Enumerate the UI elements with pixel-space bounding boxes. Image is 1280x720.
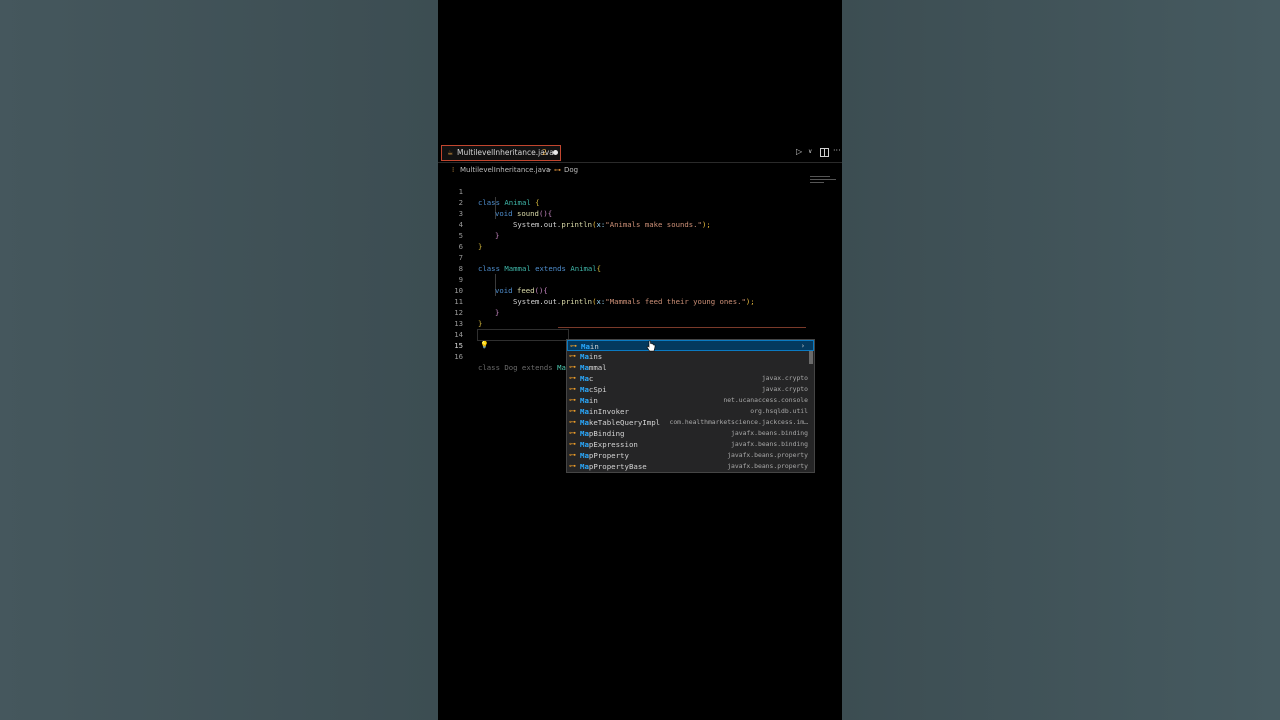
suggestion-label: MapExpression [580,440,638,449]
code-editor[interactable]: 1 class Animal { 2 void sound(){ 3 Syste… [438,175,842,372]
suggestion-detail: javafx.beans.property [727,451,808,459]
class-icon: ⊶ [569,385,576,393]
suggestion-label: Mac [580,374,594,383]
blurred-background-left [0,0,438,720]
suggestion-label: Main [580,396,598,405]
suggestion-detail: javafx.beans.property [727,462,808,470]
class-icon: ⊶ [569,374,576,382]
suggestion-detail: javax.crypto [761,374,808,382]
suggestion-detail: net.ucanaccess.console [723,396,808,404]
tab-bar: ☕ MultilevelInheritance.java 2 ▷ ∨ ··· [438,144,842,163]
split-editor-icon[interactable] [820,148,829,157]
editor-window: ☕ MultilevelInheritance.java 2 ▷ ∨ ··· ⁞… [438,0,842,720]
suggestion-detail: javafx.beans.binding [731,440,808,448]
suggestion-item[interactable]: ⊶ MapExpression javafx.beans.binding [567,439,814,450]
class-icon: ⊶ [569,363,576,371]
suggestion-detail: javafx.beans.binding [731,429,808,437]
code-line-11: 11 } [438,285,842,317]
line-number: 16 [454,352,463,361]
class-icon: ⊶ [569,462,576,470]
autocomplete-suggestions[interactable]: ⊶ Main › ⊶ Mains ⊶ Mammal ⊶ Mac javax.crypto ⊶ MacS… [566,339,815,473]
hand-pointer-icon [646,340,656,352]
run-icon[interactable]: ▷ [796,147,802,156]
suggestion-label: MacSpi [580,385,607,394]
suggestion-label: MapBinding [580,429,625,438]
code-line-3: 3 System.out.println(x:"Animals make sou… [438,197,842,229]
code-line-4: 4 } [438,208,842,240]
code-line-6: 6 [438,230,842,251]
blurred-background-right [842,0,1280,720]
problem-count-badge: 2 [542,148,547,157]
code-line-8: 8 [438,252,842,273]
suggestion-label: Mains [580,352,603,361]
suggestion-item[interactable]: ⊶ MapPropertyBase javafx.beans.property [567,461,814,472]
error-squiggle [558,327,806,328]
suggestion-item[interactable]: ⊶ Mac javax.crypto [567,373,814,384]
java-file-icon: ☕ [447,149,454,157]
suggestion-item[interactable]: ⊶ Mammal [567,362,814,373]
code-line-13: 13 [438,307,842,328]
suggestion-item[interactable]: ⊶ MainInvoker org.hsqldb.util [567,406,814,417]
class-icon: ⊶ [569,429,576,437]
chevron-down-icon[interactable]: ∨ [808,148,812,155]
class-icon: ⊶ [569,396,576,404]
suggestion-item[interactable]: ⊶ Main › [567,340,814,351]
suggestion-item[interactable]: ⊶ Mains [567,351,814,362]
unsaved-dot-icon[interactable] [553,150,558,155]
code-line-9: 9 void feed(){ [438,263,842,295]
suggestion-item[interactable]: ⊶ MakeTableQueryImpl com.healthmarketscien… [567,417,814,428]
tab-label: MultilevelInheritance.java [457,148,554,157]
suggestion-detail: org.hsqldb.util [750,407,808,415]
code-line-2: 2 void sound(){ [438,186,842,218]
suggestion-label: MapProperty [580,451,629,460]
class-icon: ⊶ [569,451,576,459]
typed-text: Ma [557,363,566,372]
class-icon: ⊶ [569,440,576,448]
suggestion-item[interactable]: ⊶ MapBinding javafx.beans.binding [567,428,814,439]
class-icon: ⊶ [569,352,576,360]
code-line-10: 10 System.out.println(x:"Mammals feed th… [438,274,842,306]
suggestion-label: MainInvoker [580,407,629,416]
suggestion-detail: javax.crypto [761,385,808,393]
suggestion-label: MakeTableQueryImpl [580,418,661,427]
code-line-5: 5 } [438,219,842,251]
code-line-1: 1 class Animal { [438,175,842,207]
suggestion-item[interactable]: ⊶ MapProperty javafx.beans.property [567,450,814,461]
suggestion-label: Mammal [580,363,607,372]
more-actions-icon[interactable]: ··· [833,146,841,155]
class-icon: ⊶ [569,407,576,415]
suggestion-item[interactable]: ⊶ Main net.ucanaccess.console [567,395,814,406]
tab-multilevel-inheritance[interactable]: ☕ MultilevelInheritance.java 2 [441,145,561,161]
suggestion-label: MapPropertyBase [580,462,647,471]
class-icon: ⊶ [569,418,576,426]
code-line-12: 12 } [438,296,842,328]
code-line-7: 7 class Mammal extends Animal{ [438,241,842,273]
suggestion-item[interactable]: ⊶ MacSpi javax.crypto [567,384,814,395]
suggestion-detail: com.healthmarketscience.jackcess.im… [669,418,808,426]
